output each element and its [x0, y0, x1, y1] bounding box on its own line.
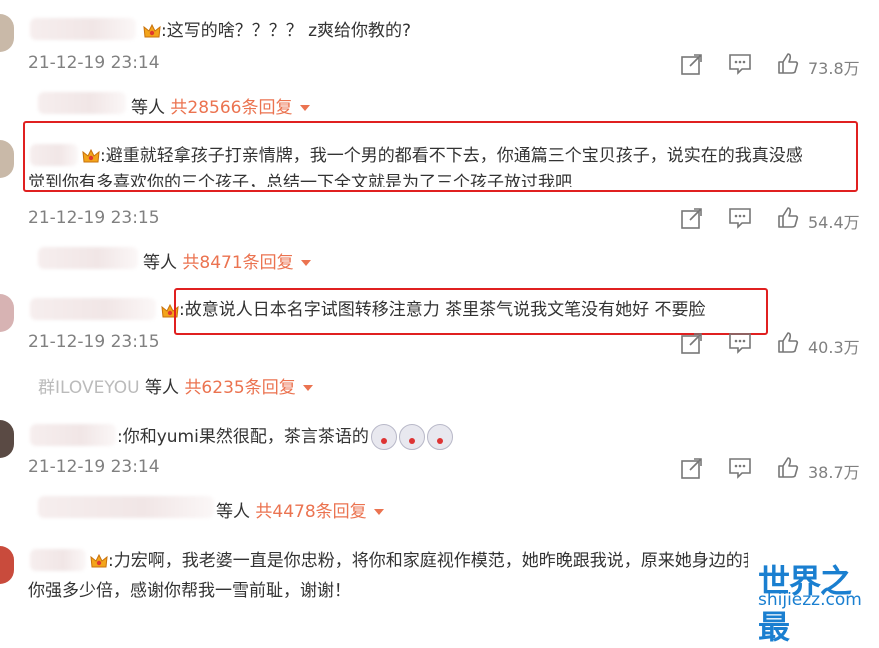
comment-time: 21-12-19 23:15 — [28, 208, 160, 228]
reply-users[interactable] — [38, 496, 214, 518]
like-count: 54.4万 — [808, 213, 860, 232]
emoji-icon — [426, 424, 453, 450]
reply-user-fragment[interactable]: 群ILOVEYOU — [38, 378, 140, 398]
like-icon[interactable] — [776, 206, 800, 230]
dropdown-arrow-icon[interactable] — [302, 385, 313, 391]
reply-summary[interactable]: 等人 共28566条回复 — [131, 93, 310, 118]
comment-icon[interactable] — [728, 456, 752, 480]
highlight-box — [23, 121, 858, 192]
comment-icon[interactable] — [728, 52, 752, 76]
avatar[interactable] — [0, 294, 14, 332]
avatar[interactable] — [0, 140, 14, 178]
like-icon[interactable] — [776, 52, 800, 76]
reply-count[interactable]: 共6235条回复 — [184, 378, 295, 398]
reply-summary[interactable]: 等人 共4478条回复 — [216, 497, 384, 522]
comment-time: 21-12-19 23:14 — [28, 457, 160, 477]
comment-icon[interactable] — [728, 206, 752, 230]
emoji-icon — [398, 424, 425, 450]
share-icon[interactable] — [680, 206, 704, 230]
like-count: 40.3万 — [808, 338, 860, 357]
username[interactable] — [30, 424, 116, 446]
comment-icon[interactable] — [728, 331, 752, 355]
dropdown-arrow-icon[interactable] — [299, 105, 310, 111]
reply-count[interactable]: 共4478条回复 — [255, 502, 366, 522]
share-icon[interactable] — [680, 331, 704, 355]
username[interactable] — [30, 298, 156, 320]
crown-badge-icon — [90, 554, 108, 568]
comment-text-line-2: 你强多少倍，感谢你帮我一雪前耻，谢谢！ — [28, 581, 351, 601]
watermark-url: shijiezz.com — [758, 590, 862, 610]
like-icon[interactable] — [776, 456, 800, 480]
like-icon[interactable] — [776, 331, 800, 355]
reply-users[interactable] — [38, 92, 126, 114]
comment-text-line-1: :力宏啊，我老婆一直是你忠粉，将你和家庭视作模范，她昨晚跟我说，原来她身边的我不… — [108, 551, 748, 571]
comment-time: 21-12-19 23:15 — [28, 332, 160, 352]
reply-users[interactable] — [38, 247, 138, 269]
avatar[interactable] — [0, 546, 14, 584]
comment-text: :这写的啥？？？？ z爽给你教的? — [161, 21, 412, 41]
like-count: 73.8万 — [808, 59, 860, 78]
like-count: 38.7万 — [808, 463, 860, 482]
avatar[interactable] — [0, 420, 14, 458]
dropdown-arrow-icon[interactable] — [373, 509, 384, 515]
username[interactable] — [30, 18, 136, 40]
highlight-box — [174, 288, 768, 335]
share-icon[interactable] — [680, 52, 704, 76]
reply-count[interactable]: 共8471条回复 — [182, 253, 293, 273]
username[interactable] — [30, 549, 86, 571]
reply-summary[interactable]: 等人 共8471条回复 — [143, 248, 311, 273]
reply-count[interactable]: 共28566条回复 — [170, 98, 292, 118]
crown-badge-icon — [143, 24, 161, 38]
emoji-icon — [370, 424, 397, 450]
comment-time: 21-12-19 23:14 — [28, 53, 160, 73]
comment-text: :你和yumi果然很配，茶言茶语的 — [117, 424, 453, 450]
avatar[interactable] — [0, 14, 14, 52]
dropdown-arrow-icon[interactable] — [300, 260, 311, 266]
reply-summary[interactable]: 群ILOVEYOU 等人 共6235条回复 — [38, 373, 313, 398]
share-icon[interactable] — [680, 456, 704, 480]
